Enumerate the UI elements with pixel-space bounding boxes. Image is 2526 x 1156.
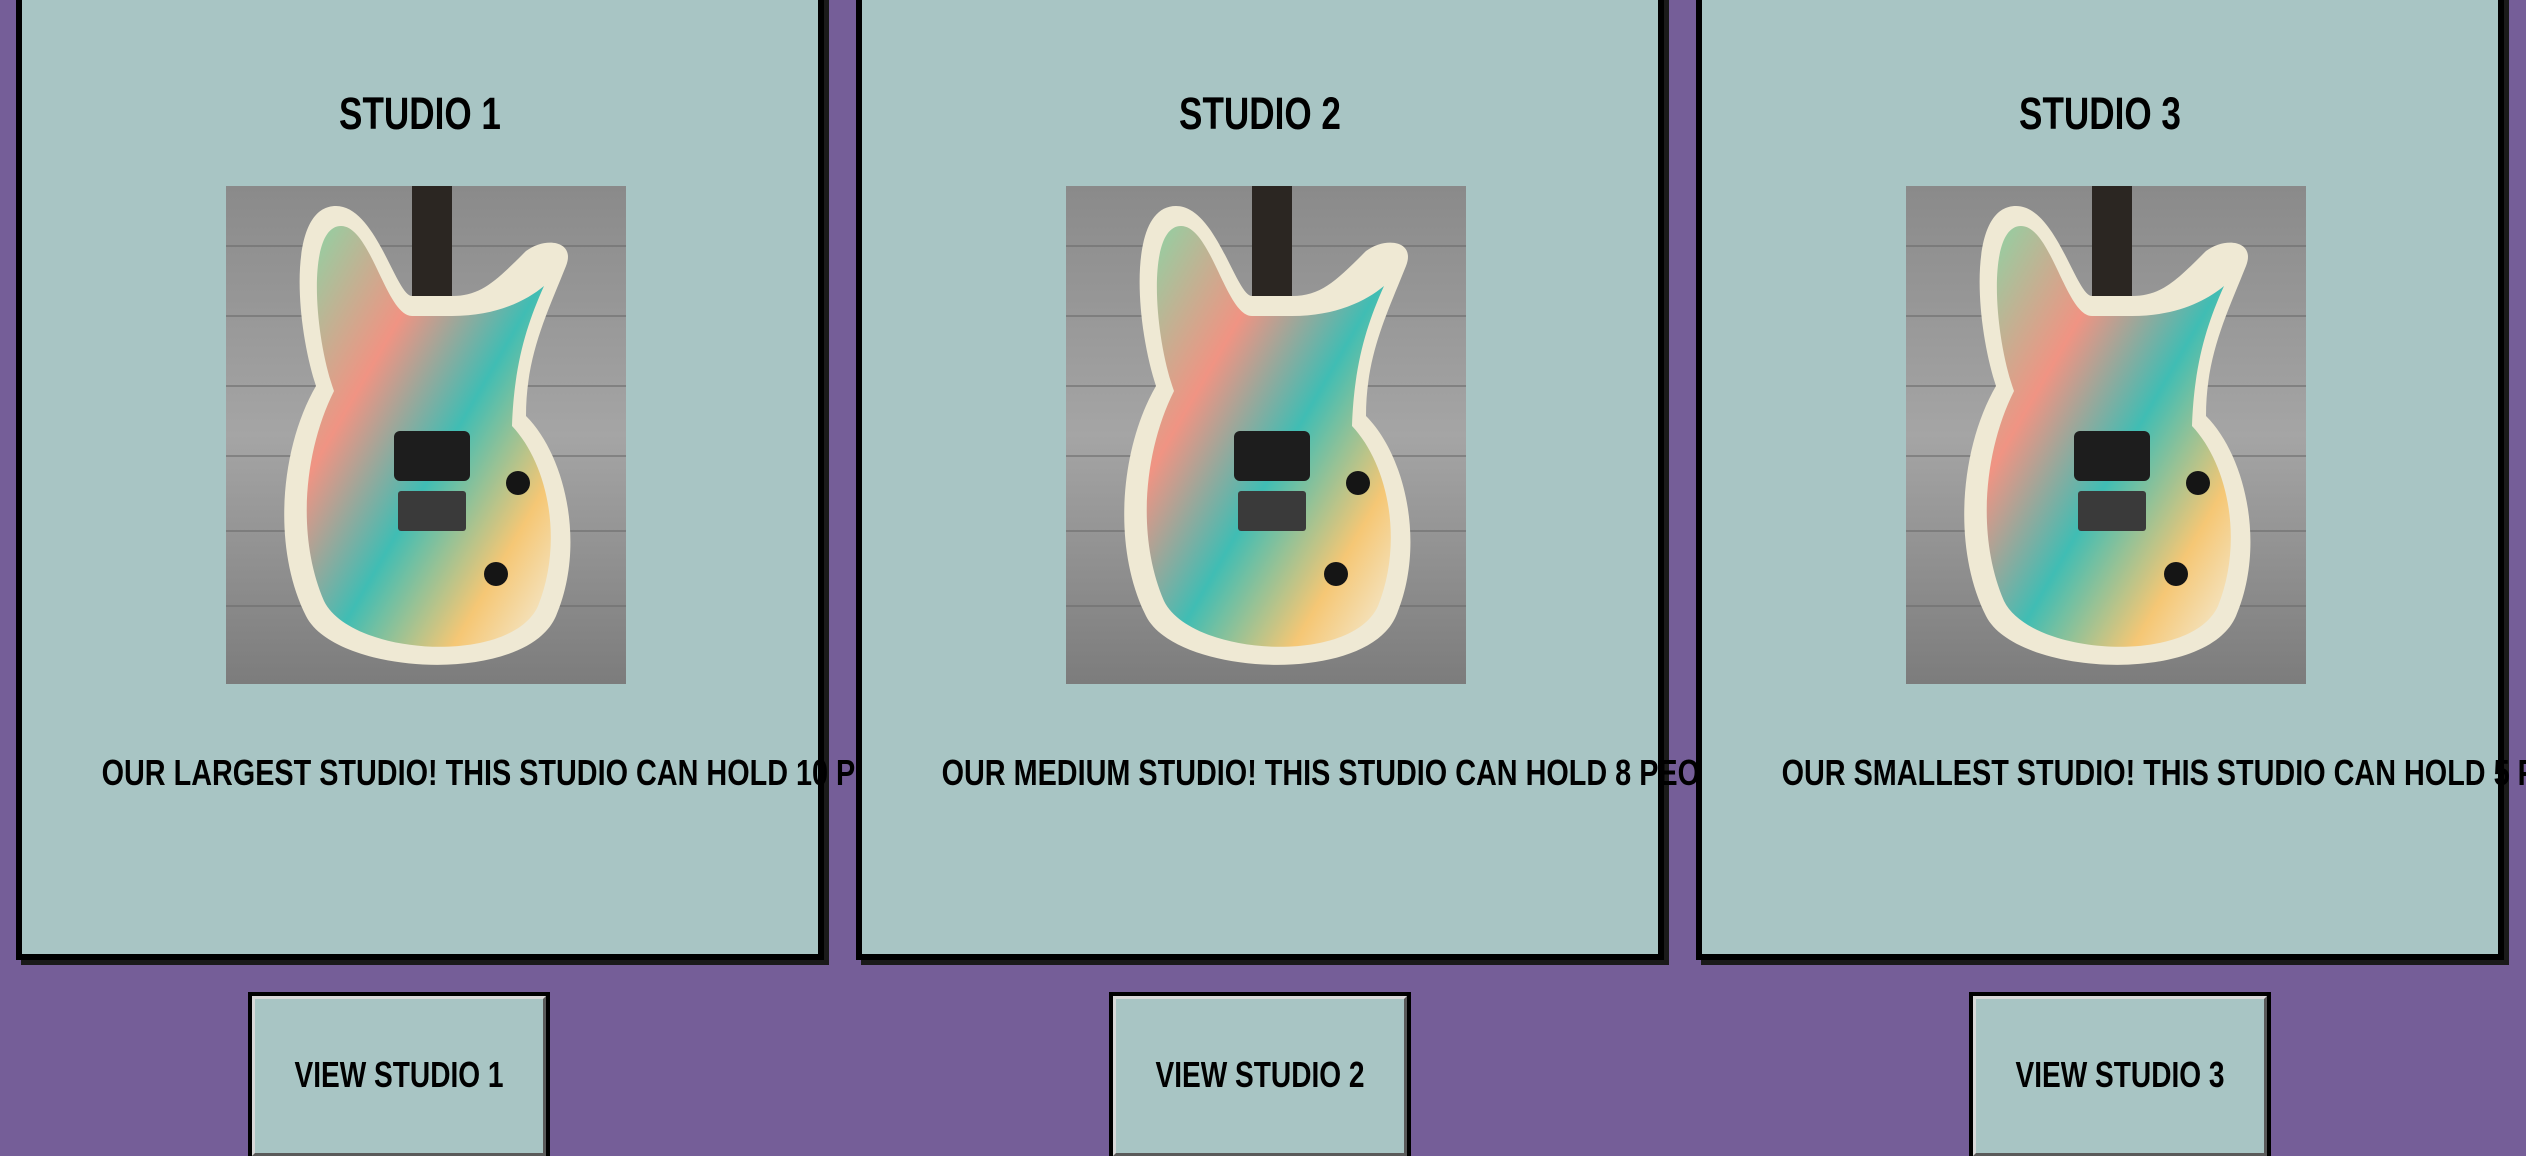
studio-card-3: STUDIO 3 OUR SMALLEST STUDIO! THIS STUDI…	[1696, 0, 2526, 960]
studio-title: STUDIO 1	[339, 88, 501, 139]
view-studio-1-button[interactable]: VIEW STUDIO 1	[252, 996, 546, 1156]
studio-description: OUR LARGEST STUDIO! THIS STUDIO CAN HOLD…	[101, 752, 961, 793]
button-label: VIEW STUDIO 2	[1155, 1054, 1365, 1095]
guitar-image	[1906, 186, 2306, 684]
studio-description: OUR MEDIUM STUDIO! THIS STUDIO CAN HOLD …	[941, 752, 1765, 793]
studio-description: OUR SMALLEST STUDIO! THIS STUDIO CAN HOL…	[1781, 752, 2526, 793]
view-studio-2-button[interactable]: VIEW STUDIO 2	[1113, 996, 1407, 1156]
view-studio-3-button[interactable]: VIEW STUDIO 3	[1973, 996, 2267, 1156]
guitar-image	[226, 186, 626, 684]
button-label: VIEW STUDIO 1	[294, 1054, 504, 1095]
studio-card-1: STUDIO 1 OUR LARGEST STUDIO! THIS STUDIO…	[16, 0, 961, 960]
button-label: VIEW STUDIO 3	[2015, 1054, 2225, 1095]
studio-card-2: STUDIO 2 OUR MEDIUM STUDIO! THIS STUDIO …	[856, 0, 1765, 960]
guitar-image	[1066, 186, 1466, 684]
studio-title: STUDIO 3	[2019, 88, 2181, 139]
studio-title: STUDIO 2	[1179, 88, 1341, 139]
